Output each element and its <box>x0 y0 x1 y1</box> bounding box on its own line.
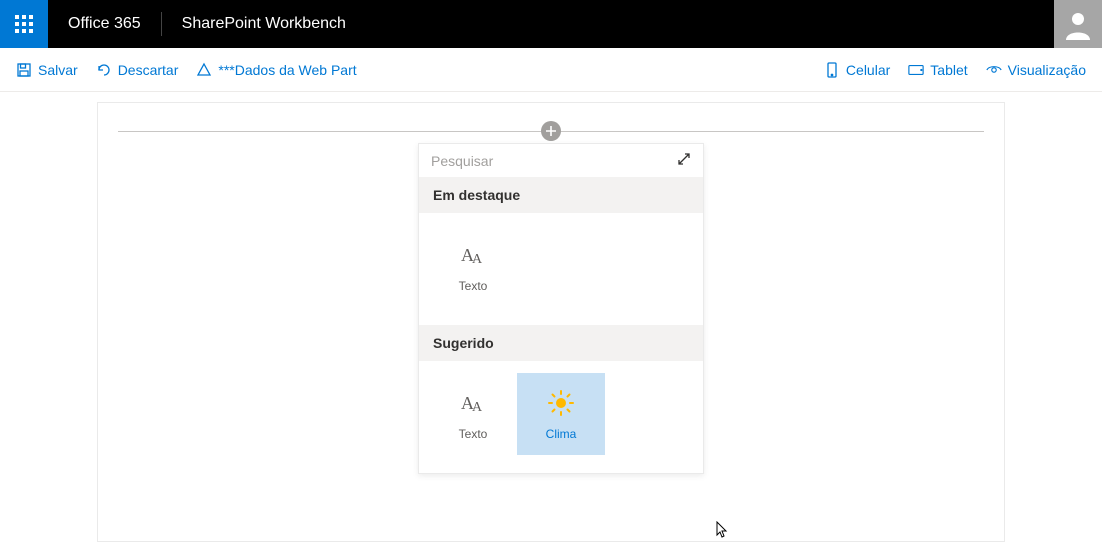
canvas-wrap: Em destaque A A Texto Sugerido <box>0 92 1102 542</box>
webpart-label: Texto <box>459 279 488 293</box>
person-icon <box>1062 8 1094 40</box>
waffle-icon <box>15 15 33 33</box>
undo-icon <box>96 62 112 78</box>
plus-icon <box>545 125 557 137</box>
user-avatar[interactable] <box>1054 0 1102 48</box>
suite-app-name: SharePoint Workbench <box>162 15 366 33</box>
triangle-icon <box>196 62 212 78</box>
webpart-label: Texto <box>459 427 488 441</box>
mobile-button[interactable]: Celular <box>824 62 890 78</box>
save-button[interactable]: Salvar <box>16 62 78 78</box>
webpart-data-button[interactable]: ***Dados da Web Part <box>196 62 356 78</box>
search-input[interactable] <box>431 153 677 169</box>
webpart-item-weather[interactable]: Clima <box>517 373 605 455</box>
canvas: Em destaque A A Texto Sugerido <box>97 102 1005 542</box>
text-icon: A A <box>457 239 489 271</box>
add-webpart-button[interactable] <box>541 121 561 141</box>
group-items-suggested: A A Texto <box>419 361 703 473</box>
suite-brand[interactable]: Office 365 <box>48 15 161 33</box>
tablet-button[interactable]: Tablet <box>908 62 967 78</box>
webpart-toolbox: Em destaque A A Texto Sugerido <box>418 143 704 474</box>
text-icon: A A <box>457 387 489 419</box>
save-icon <box>16 62 32 78</box>
command-bar: Salvar Descartar ***Dados da Web Part Ce… <box>0 48 1102 92</box>
save-label: Salvar <box>38 62 78 78</box>
group-header-featured: Em destaque <box>419 177 703 213</box>
mouse-cursor-icon <box>713 521 729 544</box>
expand-icon[interactable] <box>677 152 691 169</box>
tablet-label: Tablet <box>930 62 967 78</box>
webpart-item-text[interactable]: A A Texto <box>429 225 517 307</box>
mobile-label: Celular <box>846 62 890 78</box>
toolbox-search-row <box>419 144 703 177</box>
group-items-featured: A A Texto <box>419 213 703 325</box>
webpart-item-text[interactable]: A A Texto <box>429 373 517 455</box>
group-header-suggested: Sugerido <box>419 325 703 361</box>
tablet-icon <box>908 62 924 78</box>
webpart-data-label: ***Dados da Web Part <box>218 62 356 78</box>
eye-icon <box>986 62 1002 78</box>
webpart-label: Clima <box>546 427 577 441</box>
preview-button[interactable]: Visualização <box>986 62 1086 78</box>
discard-button[interactable]: Descartar <box>96 62 179 78</box>
sun-icon <box>545 387 577 419</box>
mobile-icon <box>824 62 840 78</box>
suite-bar: Office 365 SharePoint Workbench <box>0 0 1102 48</box>
preview-label: Visualização <box>1008 62 1086 78</box>
discard-label: Descartar <box>118 62 179 78</box>
svg-text:A: A <box>472 252 483 267</box>
app-launcher-button[interactable] <box>0 0 48 48</box>
svg-text:A: A <box>472 400 483 415</box>
